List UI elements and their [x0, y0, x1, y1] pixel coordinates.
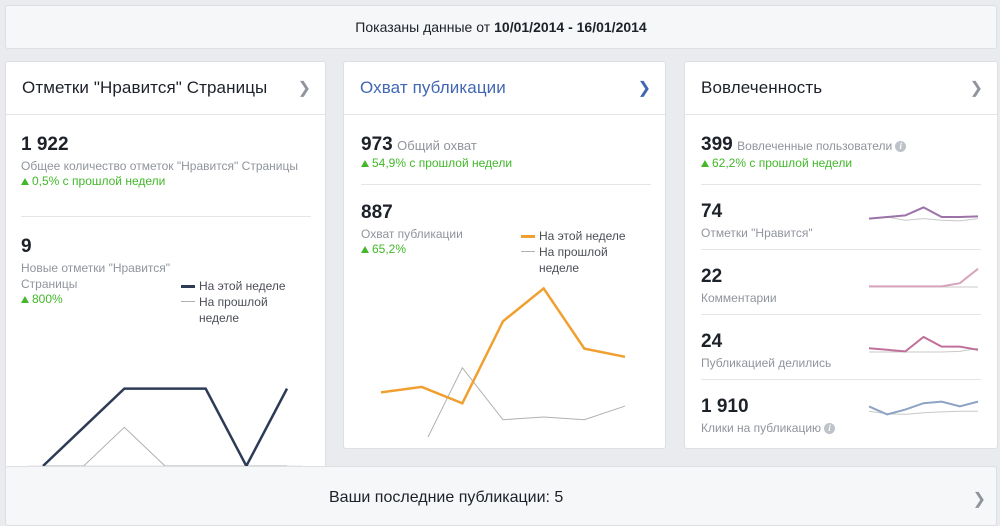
chevron-right-icon[interactable]: ❯	[970, 78, 983, 98]
reach-line-chart: ПтСбВсПнВтСрЧт	[380, 286, 626, 437]
clicks-sparkline	[868, 400, 979, 416]
recent-posts-label: Ваши последние публикации: 5	[329, 489, 564, 506]
engagement-row-comments[interactable]: 22 Комментарии	[701, 249, 981, 315]
shares-label: Публикацией делились	[701, 356, 832, 370]
clicks-label: Клики на публикацию i	[701, 420, 836, 436]
sparkline-this-week	[868, 335, 979, 353]
total-reach-value: 973	[361, 134, 393, 155]
engagement-header[interactable]: Вовлеченность ❯	[685, 62, 997, 115]
total-reach-change: 54,9% с прошлой недели	[361, 156, 651, 170]
comments-sparkline	[869, 268, 979, 288]
page-likes-title: Отметки "Нравится" Страницы	[22, 78, 268, 97]
up-arrow-icon	[701, 160, 709, 167]
engagement-card: Вовлеченность ❯ 399 Вовлеченные пользова…	[684, 61, 998, 449]
likes-label: Отметки "Нравится"	[701, 226, 813, 240]
legend-swatch-last-week	[521, 251, 535, 252]
legend-swatch-this-week	[521, 234, 535, 238]
date-range-bar: Показаны данные от 10/01/2014 - 16/01/20…	[5, 5, 997, 49]
post-reach-change: 65,2%	[361, 242, 521, 256]
sparkline-this-week	[868, 206, 979, 220]
legend-this-week: На этой неделе	[539, 229, 626, 243]
page-likes-header[interactable]: Отметки "Нравится" Страницы ❯	[6, 62, 325, 115]
sparkline-this-week	[869, 268, 979, 288]
up-arrow-icon	[21, 178, 29, 185]
date-range-prefix: Показаны данные от	[355, 19, 491, 35]
divider	[361, 184, 651, 185]
up-arrow-icon	[361, 246, 369, 253]
series-line-this-week	[42, 387, 289, 469]
likes-sparkline	[868, 206, 979, 222]
post-reach-header[interactable]: Охват публикации ❯	[344, 62, 665, 115]
likes-line-chart: ПтСбВсПнВтСрЧт	[28, 387, 302, 469]
chevron-right-icon[interactable]: ❯	[298, 78, 311, 98]
engagement-title: Вовлеченность	[701, 78, 823, 97]
post-reach-title[interactable]: Охват публикации	[360, 78, 506, 98]
series-line-last-week	[427, 366, 626, 437]
post-reach-label: Охват публикации	[361, 227, 463, 241]
engagement-row-shares[interactable]: 24 Публикацией делились	[701, 314, 981, 380]
chevron-right-icon[interactable]: ❯	[973, 489, 986, 509]
shares-sparkline	[868, 335, 979, 353]
total-likes-change: 0,5% с прошлой недели	[21, 174, 311, 188]
post-reach-card: Охват публикации ❯ 973 Общий охват 54,9%…	[343, 61, 666, 449]
engaged-users-change: 62,2% с прошлой недели	[701, 156, 991, 170]
shares-count: 24	[701, 331, 723, 352]
chevron-right-icon[interactable]: ❯	[638, 78, 651, 98]
series-line-this-week	[380, 286, 626, 405]
total-reach-label: Общий охват	[397, 138, 477, 153]
total-likes-label: Общее количество отметок "Нравится" Стра…	[21, 159, 298, 173]
comments-count: 22	[701, 266, 723, 287]
engaged-users-value: 399	[701, 134, 733, 155]
clicks-count: 1 910	[701, 396, 749, 417]
comments-label: Комментарии	[701, 291, 777, 305]
date-range-value: 10/01/2014 - 16/01/2014	[494, 19, 647, 35]
recent-posts-bar[interactable]: Ваши последние публикации: 5 ❯	[5, 466, 997, 526]
up-arrow-icon	[361, 160, 369, 167]
info-icon[interactable]: i	[824, 423, 836, 434]
engagement-row-likes[interactable]: 74 Отметки "Нравится"	[701, 184, 981, 250]
engagement-row-clicks[interactable]: 1 910 Клики на публикацию i	[701, 379, 981, 445]
total-likes-value: 1 922	[21, 134, 69, 155]
engaged-users-label: Вовлеченные пользователи	[737, 139, 893, 153]
page-likes-card: Отметки "Нравится" Страницы ❯ 1 922 Обще…	[5, 61, 326, 471]
likes-count: 74	[701, 201, 723, 222]
post-reach-value: 887	[361, 202, 393, 223]
info-icon[interactable]: i	[895, 141, 907, 152]
